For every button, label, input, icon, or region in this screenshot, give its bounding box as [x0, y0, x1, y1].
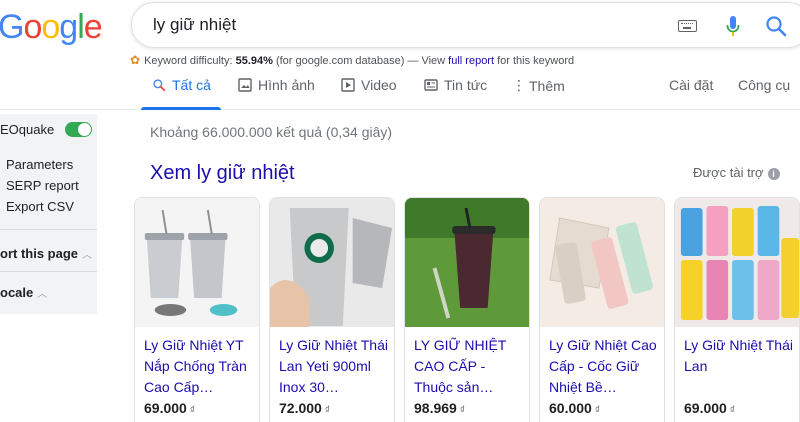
product-price: 60.000 ₫ — [549, 400, 600, 416]
price-value: 69.000 — [684, 400, 727, 416]
sponsored-label[interactable]: Được tài trợ i — [693, 165, 780, 180]
serp-report-link[interactable]: SERP report — [6, 178, 79, 193]
logo-letter: o — [23, 8, 42, 46]
shopping-title[interactable]: Xem ly giữ nhiệt — [150, 162, 295, 185]
tab-label: Cài đặt — [669, 77, 714, 93]
tab-label: Video — [361, 77, 397, 93]
microphone-icon[interactable] — [726, 15, 740, 39]
product-price: 69.000 ₫ — [144, 400, 195, 416]
search-input[interactable]: ly giữ nhiệt — [153, 15, 236, 35]
locale-section[interactable]: ocale ︿ — [0, 285, 47, 300]
product-card[interactable]: LY GIỮ NHIỆT CAO CẤP - Thuộc sản… 98.969… — [404, 197, 530, 422]
tab-images[interactable]: Hình ảnh — [238, 77, 315, 93]
full-report-link[interactable]: full report — [448, 55, 494, 67]
price-value: 69.000 — [144, 400, 187, 416]
product-title[interactable]: Ly Giữ Nhiệt Cao Cấp - Cốc Giữ Nhiệt Bề… — [549, 335, 661, 398]
currency: ₫ — [189, 405, 195, 416]
google-logo[interactable]: Google — [0, 8, 103, 47]
price-value: 60.000 — [549, 400, 592, 416]
tab-video[interactable]: Video — [341, 77, 397, 93]
kd-prefix: Keyword difficulty: — [144, 55, 236, 67]
tab-label: Tất cả — [172, 77, 211, 93]
tab-settings[interactable]: Cài đặt — [669, 77, 713, 93]
product-price: 72.000 ₫ — [279, 400, 330, 416]
logo-letter: e — [83, 8, 103, 46]
product-image — [540, 198, 664, 327]
tab-tools[interactable]: Công cụ — [738, 77, 790, 93]
logo-letter: g — [59, 8, 78, 46]
seoquake-panel: EOquake Parameters SERP report Export CS… — [0, 114, 97, 314]
search-box[interactable]: ly giữ nhiệt — [131, 2, 800, 48]
product-title[interactable]: Ly Giữ Nhiệt Thái Lan Yeti 900ml Inox 30… — [279, 335, 391, 398]
tab-news[interactable]: Tin tức — [424, 77, 487, 93]
parameters-link[interactable]: Parameters — [6, 157, 73, 172]
sponsored-text: Được tài trợ — [693, 165, 764, 180]
news-icon — [424, 79, 438, 91]
tab-label: Tin tức — [444, 77, 488, 93]
currency: ₫ — [459, 405, 465, 416]
price-value: 98.969 — [414, 400, 457, 416]
price-value: 72.000 — [279, 400, 322, 416]
currency: ₫ — [729, 405, 735, 416]
panel-title: EOquake — [0, 122, 55, 137]
product-title[interactable]: Ly Giữ Nhiệt Thái Lan — [684, 335, 796, 377]
sort-section[interactable]: ort this page ︿ — [0, 246, 92, 261]
kd-middle: (for google.com database) — View — [272, 55, 449, 67]
video-icon — [341, 78, 355, 92]
tab-more[interactable]: ⋮ Thêm — [512, 77, 565, 94]
image-icon — [238, 78, 252, 92]
tab-label: Hình ảnh — [258, 77, 315, 93]
active-tab-indicator — [141, 107, 221, 110]
section-label: ocale — [0, 285, 34, 300]
kd-suffix: for this keyword — [494, 55, 575, 67]
product-card[interactable]: Ly Giữ Nhiệt Thái Lan Yeti 900ml Inox 30… — [269, 197, 395, 422]
keyword-difficulty-line: ✿ Keyword difficulty: 55.94% (for google.… — [130, 53, 574, 67]
search-icon — [153, 79, 166, 92]
product-card[interactable]: Ly Giữ Nhiệt Thái Lan 69.000 ₫ — [674, 197, 800, 422]
export-csv-link[interactable]: Export CSV — [6, 199, 74, 214]
more-vert-icon: ⋮ — [512, 77, 526, 93]
section-label: ort this page — [0, 246, 79, 261]
product-card[interactable]: Ly Giữ Nhiệt Cao Cấp - Cốc Giữ Nhiệt Bề…… — [539, 197, 665, 422]
product-image — [135, 198, 259, 327]
search-tabs: Tất cả Hình ảnh Video Tin tức ⋮ Thêm Cài… — [0, 70, 800, 110]
product-image — [270, 198, 394, 327]
currency: ₫ — [324, 405, 330, 416]
search-icon[interactable] — [764, 14, 788, 38]
product-image — [675, 198, 799, 327]
tab-label: Công cụ — [738, 77, 791, 93]
divider — [0, 271, 97, 272]
product-card[interactable]: Ly Giữ Nhiệt YT Nắp Chống Tràn Cao Cấp… … — [134, 197, 260, 422]
logo-letter: o — [41, 8, 60, 46]
product-title[interactable]: LY GIỮ NHIỆT CAO CẤP - Thuộc sản… — [414, 335, 526, 398]
divider — [0, 229, 97, 230]
product-title[interactable]: Ly Giữ Nhiệt YT Nắp Chống Tràn Cao Cấp… — [144, 335, 256, 398]
seoquake-toggle[interactable] — [65, 122, 92, 137]
logo-letter: G — [0, 8, 24, 46]
keyboard-icon[interactable] — [678, 20, 697, 32]
product-image — [405, 198, 529, 327]
product-price: 69.000 ₫ — [684, 400, 735, 416]
product-price: 98.969 ₫ — [414, 400, 465, 416]
tab-label: Thêm — [529, 77, 565, 94]
result-stats: Khoảng 66.000.000 kết quả (0,34 giây) — [150, 124, 393, 140]
currency: ₫ — [594, 405, 600, 416]
tab-all[interactable]: Tất cả — [152, 77, 211, 93]
kd-value: 55.94% — [235, 55, 273, 67]
chevron-up-icon: ︿ — [37, 289, 48, 300]
info-icon[interactable]: i — [767, 168, 780, 180]
chevron-up-icon: ︿ — [82, 250, 93, 261]
seoquake-icon: ✿ — [130, 53, 141, 67]
